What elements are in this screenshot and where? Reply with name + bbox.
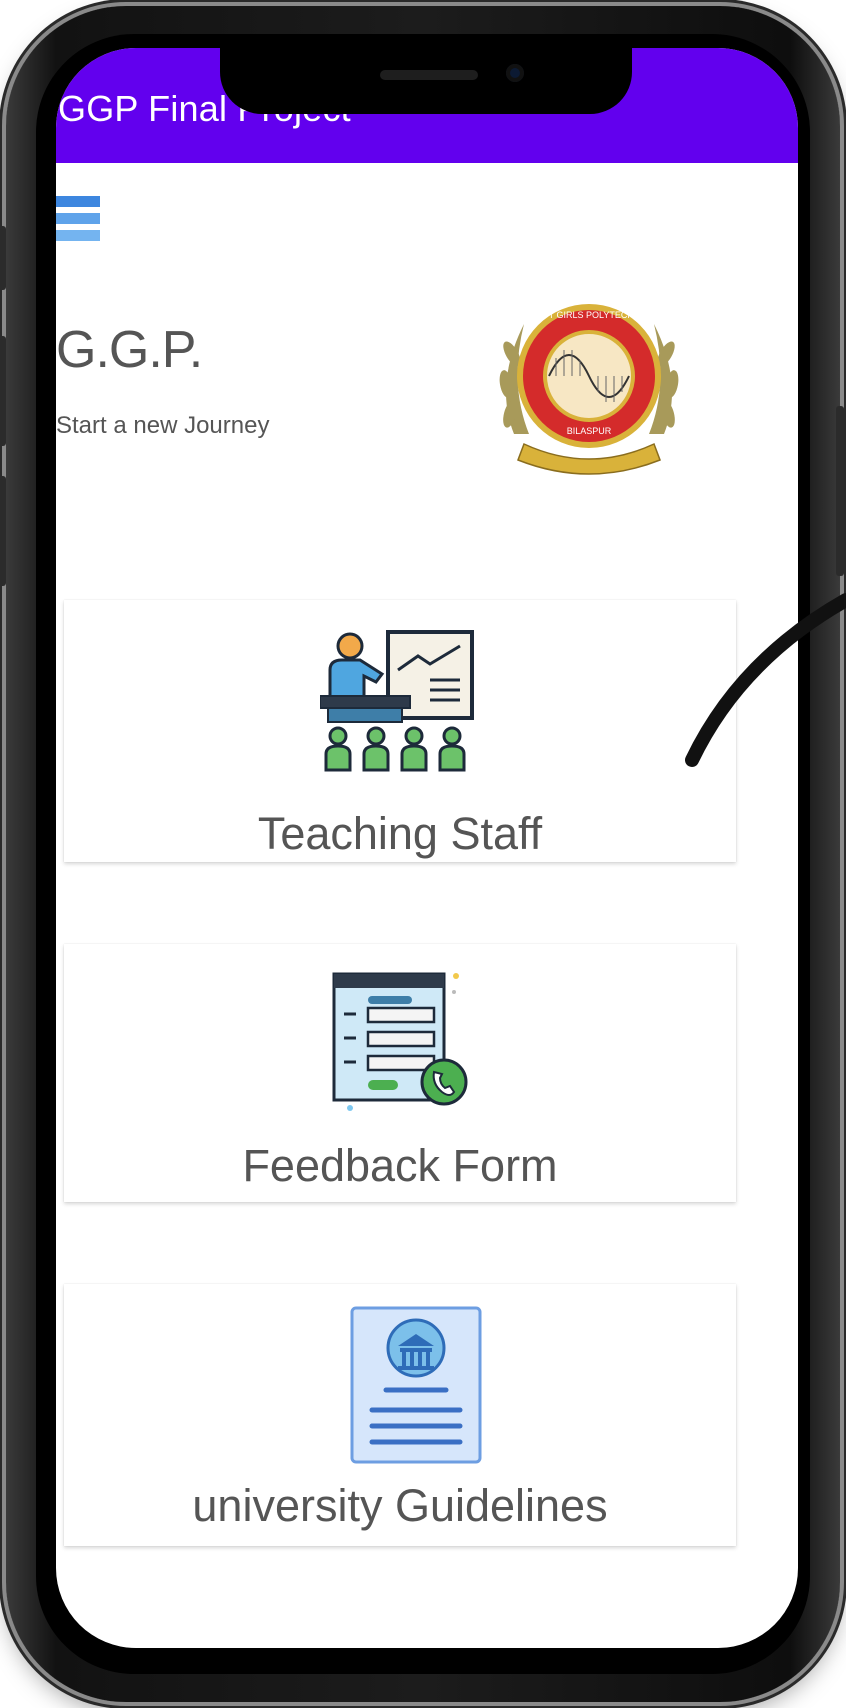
feedback-form-icon [332,972,468,1111]
volume-up-button [0,336,6,446]
feedback-form-card[interactable]: Feedback Form [64,944,736,1202]
college-logo: GOVT GIRLS POLYTECHNIC BILASPUR [499,304,679,475]
teaching-staff-label: Teaching Staff [257,808,543,859]
teacher-presentation-icon [320,630,474,772]
front-camera [506,64,524,82]
speaker-grille [380,70,478,80]
university-guidelines-card[interactable]: university Guidelines [64,1284,736,1546]
feedback-form-label: Feedback Form [242,1140,558,1191]
hamburger-menu-icon[interactable] [56,196,102,246]
university-document-icon [350,1306,482,1464]
logo-ring-text: GOVT GIRLS POLYTECHNIC [529,310,650,320]
page-subtitle: Start a new Journey [56,412,270,439]
power-button [836,406,844,576]
teaching-staff-card[interactable]: Teaching Staff [64,600,736,862]
page-title: G.G.P. [56,321,203,379]
app-screen: GGP Final Project G.G.P. Start a new Jou… [56,48,798,1648]
logo-city-text: BILASPUR [567,426,612,436]
phone-notch [220,48,632,114]
university-guidelines-label: university Guidelines [192,1480,608,1531]
mute-switch [0,226,6,290]
volume-down-button [0,476,6,586]
